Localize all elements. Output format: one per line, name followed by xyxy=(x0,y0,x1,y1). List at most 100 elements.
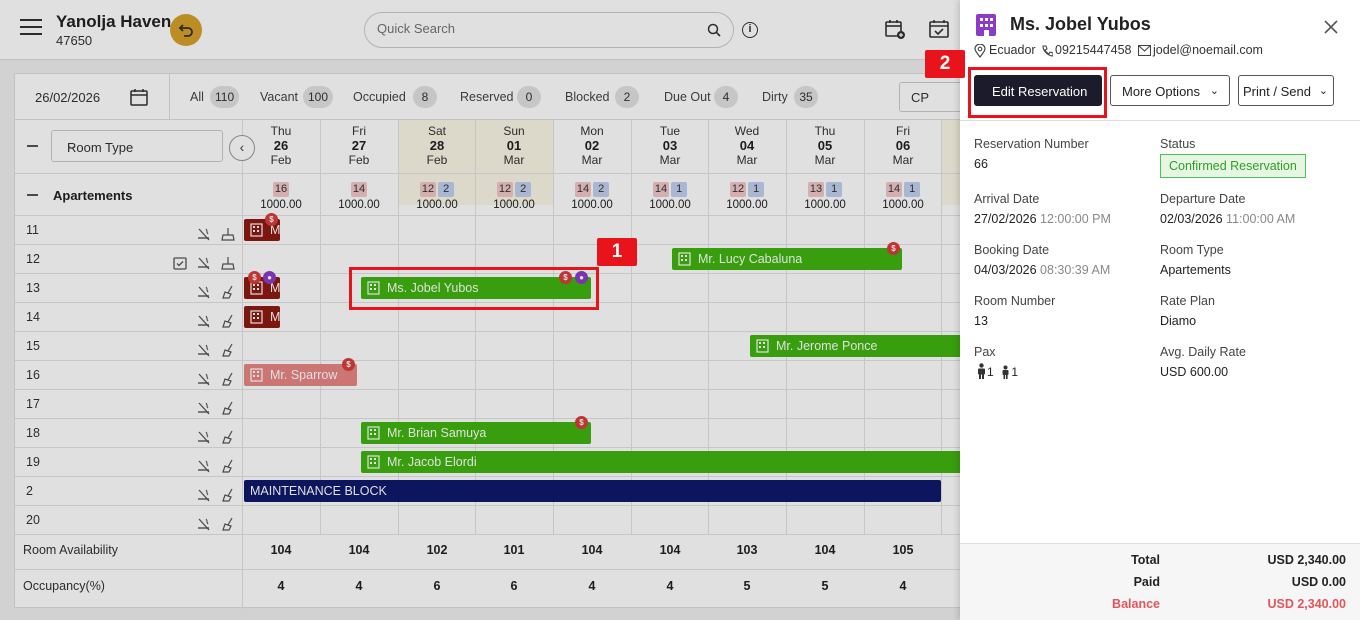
info-icon[interactable]: i xyxy=(742,22,758,38)
reserved-count: 1 xyxy=(826,182,843,197)
reservation-bar[interactable]: M $ ● xyxy=(244,271,280,299)
dirty-status-icon[interactable] xyxy=(220,429,236,445)
calendar-icon[interactable] xyxy=(129,87,149,107)
inspected-icon[interactable] xyxy=(172,255,188,271)
occupancy-value: 6 xyxy=(510,579,518,593)
no-smoking-icon[interactable] xyxy=(196,429,212,445)
collapse-all-icon[interactable] xyxy=(27,145,38,147)
search-icon[interactable] xyxy=(707,23,721,37)
dirty-status-icon[interactable] xyxy=(220,487,236,503)
reservation-bar[interactable]: M xyxy=(244,306,280,328)
filter-blocked-label[interactable]: Blocked xyxy=(565,90,609,104)
occupancy-value: 5 xyxy=(821,579,829,593)
highlight-box-reservation xyxy=(349,267,599,310)
filter-occupied-count[interactable]: 8 xyxy=(413,86,437,108)
filter-reserved-count[interactable]: 0 xyxy=(517,86,541,108)
reservation-bar[interactable]: M $ xyxy=(244,213,280,241)
room-number[interactable]: 18 xyxy=(26,426,40,440)
filter-dueout-label[interactable]: Due Out xyxy=(664,90,711,104)
room-number[interactable]: 11 xyxy=(26,223,39,237)
reservation-bar[interactable]: Mr. Brian Samuya $ xyxy=(361,416,591,444)
building-icon xyxy=(756,339,769,353)
undo-button[interactable] xyxy=(170,14,202,46)
room-type-value: Apartements xyxy=(1160,263,1231,277)
room-number[interactable]: 12 xyxy=(26,252,40,266)
collapse-group-icon[interactable] xyxy=(27,194,38,196)
filter-vacant-count[interactable]: 100 xyxy=(303,86,334,108)
filter-dueout-count[interactable]: 4 xyxy=(714,86,738,108)
departure-date-label: Departure Date xyxy=(1160,192,1246,206)
filter-dirty-count[interactable]: 35 xyxy=(794,86,818,108)
more-options-button[interactable]: More Options ⌄ xyxy=(1110,75,1230,106)
dirty-status-icon[interactable] xyxy=(220,458,236,474)
room-number[interactable]: 2 xyxy=(26,484,33,498)
room-number[interactable]: 19 xyxy=(26,455,40,469)
building-icon xyxy=(250,223,263,237)
avg-daily-rate-value: USD 600.00 xyxy=(1160,365,1229,379)
no-smoking-icon[interactable] xyxy=(196,400,212,416)
balance-label: Balance xyxy=(1112,597,1160,611)
occupied-count: 14 xyxy=(350,182,368,197)
dirty-status-icon[interactable] xyxy=(220,371,236,387)
room-number[interactable]: 14 xyxy=(26,310,40,324)
day-header: Tue 03 Mar xyxy=(659,124,681,167)
reservation-bar[interactable]: Mr. Lucy Cabaluna $ xyxy=(672,242,902,270)
dirty-status-icon[interactable] xyxy=(220,342,236,358)
room-number[interactable]: 15 xyxy=(26,339,40,353)
reservation-bar[interactable]: Mr. Sparrow $ xyxy=(244,358,357,386)
filter-dirty-label[interactable]: Dirty xyxy=(762,90,788,104)
maintenance-block-bar[interactable]: MAINTENANCE BLOCK xyxy=(244,480,941,502)
reservation-guest-name: Mr. Jacob Elordi xyxy=(387,455,477,469)
filter-reserved-label[interactable]: Reserved xyxy=(460,90,514,104)
reservation-guest-name: M xyxy=(270,310,281,324)
building-icon xyxy=(367,455,380,469)
day-header: Fri 27 Feb xyxy=(348,124,370,167)
print-send-button[interactable]: Print / Send ⌄ xyxy=(1238,75,1334,106)
reservation-bar[interactable]: Mr. Jacob Elordi xyxy=(361,451,1015,473)
availability-value: 104 xyxy=(581,543,603,557)
filter-blocked-count[interactable]: 2 xyxy=(615,86,639,108)
room-number[interactable]: 16 xyxy=(26,368,40,382)
availability-value: 101 xyxy=(503,543,525,557)
no-smoking-icon[interactable] xyxy=(196,342,212,358)
occupancy-value: 4 xyxy=(277,579,285,593)
clean-status-icon[interactable] xyxy=(220,226,236,242)
no-smoking-icon[interactable] xyxy=(196,284,212,300)
add-calendar-icon[interactable] xyxy=(884,18,906,40)
phone-icon xyxy=(1042,45,1053,57)
dirty-status-icon[interactable] xyxy=(220,400,236,416)
dirty-status-icon[interactable] xyxy=(220,284,236,300)
no-smoking-icon[interactable] xyxy=(196,458,212,474)
availability-value: 104 xyxy=(814,543,836,557)
occupancy-value: 6 xyxy=(433,579,441,593)
room-number[interactable]: 17 xyxy=(26,397,40,411)
no-smoking-icon[interactable] xyxy=(196,226,212,242)
filter-occupied-label[interactable]: Occupied xyxy=(353,90,406,104)
filter-vacant-label[interactable]: Vacant xyxy=(260,90,298,104)
filter-all-count[interactable]: 110 xyxy=(210,86,240,108)
dirty-status-icon[interactable] xyxy=(220,516,236,532)
room-type-select[interactable]: Room Type ⌄ xyxy=(51,130,223,162)
search-input[interactable] xyxy=(377,21,697,36)
no-smoking-icon[interactable] xyxy=(196,313,212,329)
payment-due-icon: $ xyxy=(575,416,588,429)
no-smoking-icon[interactable] xyxy=(196,487,212,503)
availability-value: 104 xyxy=(659,543,681,557)
room-number[interactable]: 20 xyxy=(26,513,40,527)
close-icon[interactable] xyxy=(1322,18,1340,36)
quick-search[interactable] xyxy=(364,12,734,48)
pax-value: 1 1 xyxy=(976,363,1018,379)
filter-all-label[interactable]: All xyxy=(190,90,204,104)
clean-status-icon[interactable] xyxy=(220,255,236,271)
calendar-check-icon[interactable] xyxy=(928,18,950,40)
dirty-status-icon[interactable] xyxy=(220,313,236,329)
no-smoking-icon[interactable] xyxy=(196,255,212,271)
guest-icon: ● xyxy=(263,271,276,284)
menu-icon[interactable] xyxy=(20,19,42,37)
no-smoking-icon[interactable] xyxy=(196,371,212,387)
availability-value: 104 xyxy=(348,543,370,557)
arrival-date-value: 27/02/2026 12:00:00 PM xyxy=(974,212,1111,226)
room-number[interactable]: 13 xyxy=(26,281,40,295)
no-smoking-icon[interactable] xyxy=(196,516,212,532)
reserved-count: 1 xyxy=(748,182,765,197)
